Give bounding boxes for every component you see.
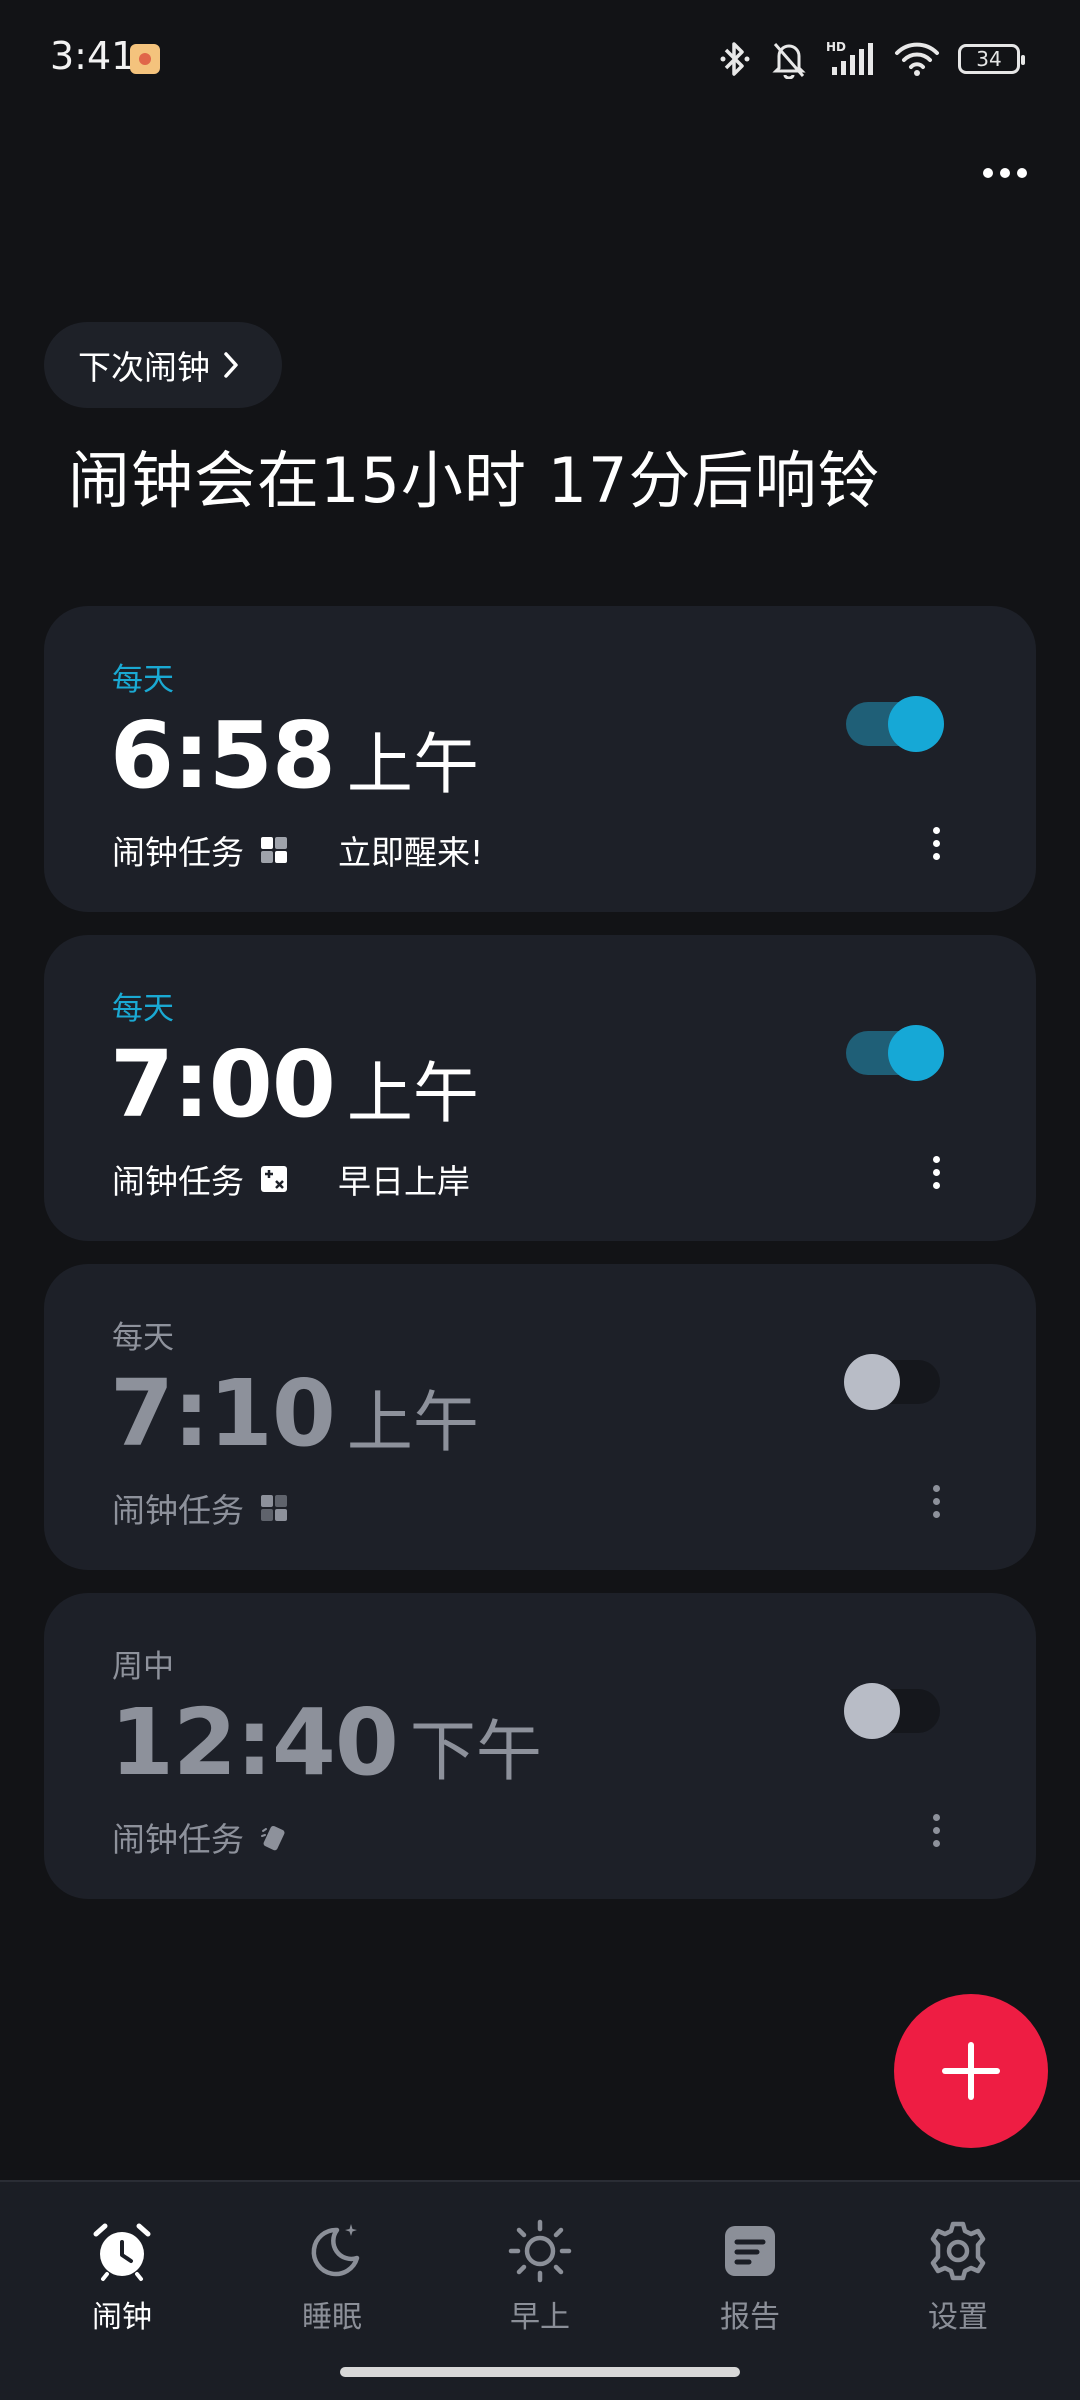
alarm-repeat-label: 周中 (112, 1649, 174, 1685)
alarm-task-label: 闹钟任务 (112, 1491, 244, 1530)
nav-label: 设置 (928, 2300, 988, 2335)
hd-signal-icon: HD (826, 40, 873, 75)
more-dot (1000, 168, 1010, 178)
alarm-menu-button[interactable] (922, 1147, 950, 1197)
toggle-knob (888, 696, 944, 752)
nav-item-settings[interactable]: 设置 (888, 2218, 1028, 2348)
menu-dot (932, 1826, 940, 1834)
alarm-menu-button[interactable] (922, 1805, 950, 1855)
alarm-time: 7:00 (110, 1031, 336, 1138)
alarm-task-row: 闹钟任务 (112, 1813, 288, 1861)
alarm-repeat-label: 每天 (112, 1320, 174, 1356)
alarm-toggle[interactable] (844, 1683, 944, 1739)
menu-dot (932, 826, 940, 834)
alarm-card[interactable]: 每天 7:00 上午 闹钟任务 早日上岸 (44, 935, 1036, 1241)
chevron-right-icon (224, 352, 238, 378)
plus-icon (942, 2042, 1000, 2100)
wifi-icon (895, 42, 939, 76)
menu-dot (932, 1181, 940, 1189)
alarm-time-row: 12:40 下午 (110, 1689, 542, 1796)
gear-icon (930, 2221, 986, 2281)
menu-dot (932, 839, 940, 847)
alarm-repeat-label: 每天 (112, 662, 174, 698)
alarm-task-row: 闹钟任务 立即醒来! (112, 826, 483, 874)
alarm-card[interactable]: 周中 12:40 下午 闹钟任务 (44, 1593, 1036, 1899)
next-alarm-chip[interactable]: 下次闹钟 (44, 322, 282, 408)
alarm-period: 上午 (346, 1055, 479, 1132)
menu-dot (932, 1484, 940, 1492)
alarm-time-row: 7:10 上午 (110, 1360, 479, 1467)
home-indicator[interactable] (340, 2367, 740, 2377)
alarm-time: 12:40 (110, 1689, 399, 1796)
alarm-note: 立即醒来! (338, 833, 484, 872)
alarm-card[interactable]: 每天 7:10 上午 闹钟任务 (44, 1264, 1036, 1570)
status-time: 3:41 (50, 34, 136, 78)
menu-dot (932, 1155, 940, 1163)
nav-item-report[interactable]: 报告 (680, 2218, 820, 2348)
alarm-menu-button[interactable] (922, 818, 950, 868)
battery-icon: 34 (958, 44, 1025, 74)
math-icon (261, 1166, 287, 1192)
grid-icon (261, 837, 287, 863)
app-notification-icon (130, 44, 160, 74)
menu-dot (932, 1168, 940, 1176)
alarm-menu-button[interactable] (922, 1476, 950, 1526)
alarm-period: 上午 (346, 1384, 479, 1461)
shake-phone-icon (261, 1825, 285, 1851)
alarm-toggle[interactable] (846, 696, 944, 752)
next-alarm-label: 下次闹钟 (78, 348, 210, 387)
alarm-card[interactable]: 每天 6:58 上午 闹钟任务 立即醒来! (44, 606, 1036, 912)
alarm-toggle[interactable] (846, 1025, 944, 1081)
nav-label: 闹钟 (92, 2300, 152, 2335)
alarm-clock-icon (93, 2223, 151, 2281)
alarm-time: 6:58 (110, 702, 336, 809)
nav-label: 早上 (510, 2300, 570, 2335)
moon-icon (311, 2224, 360, 2277)
battery-level: 34 (976, 47, 1002, 71)
alarm-period: 上午 (346, 726, 479, 803)
alarm-task-label: 闹钟任务 (112, 1162, 244, 1201)
alarm-time-row: 7:00 上午 (110, 1031, 479, 1138)
alarm-task-row: 闹钟任务 早日上岸 (112, 1155, 470, 1203)
alarm-task-label: 闹钟任务 (112, 833, 244, 872)
status-bar: 3:41 HD 34 (0, 0, 1080, 120)
menu-dot (932, 852, 940, 860)
alarm-period: 下午 (409, 1713, 542, 1790)
report-icon (725, 2226, 775, 2276)
alarm-note: 早日上岸 (338, 1162, 470, 1201)
menu-dot (932, 1497, 940, 1505)
nav-label: 报告 (720, 2300, 780, 2335)
add-alarm-button[interactable] (894, 1994, 1048, 2148)
more-options-button[interactable] (970, 148, 1040, 198)
bluetooth-icon (720, 42, 750, 76)
nav-item-alarm[interactable]: 闹钟 (52, 2218, 192, 2348)
nav-item-morning[interactable]: 早上 (470, 2218, 610, 2348)
nav-item-sleep[interactable]: 睡眠 (262, 2218, 402, 2348)
alarm-repeat-label: 每天 (112, 991, 174, 1027)
time-until-alarm-headline: 闹钟会在15小时 17分后响铃 (68, 444, 881, 517)
menu-dot (932, 1839, 940, 1847)
svg-text:HD: HD (826, 40, 846, 54)
alarm-task-label: 闹钟任务 (112, 1820, 244, 1859)
toggle-knob (844, 1354, 900, 1410)
nav-label: 睡眠 (302, 2300, 362, 2335)
alarm-toggle[interactable] (844, 1354, 944, 1410)
sun-icon (508, 2219, 572, 2283)
alarm-time-row: 6:58 上午 (110, 702, 479, 809)
more-dot (1017, 168, 1027, 178)
alarm-time: 7:10 (110, 1360, 336, 1467)
menu-dot (932, 1813, 940, 1821)
menu-dot (932, 1510, 940, 1518)
more-dot (983, 168, 993, 178)
bell-muted-icon (772, 43, 806, 79)
alarm-task-row: 闹钟任务 (112, 1484, 288, 1532)
grid-icon (261, 1495, 287, 1521)
alarm-screen: 3:41 HD 34 下次闹钟 闹钟会在15小时 17分后响铃 每天 6:58 … (0, 0, 1080, 2400)
status-icons: HD 34 (718, 36, 1025, 82)
toggle-knob (844, 1683, 900, 1739)
toggle-knob (888, 1025, 944, 1081)
